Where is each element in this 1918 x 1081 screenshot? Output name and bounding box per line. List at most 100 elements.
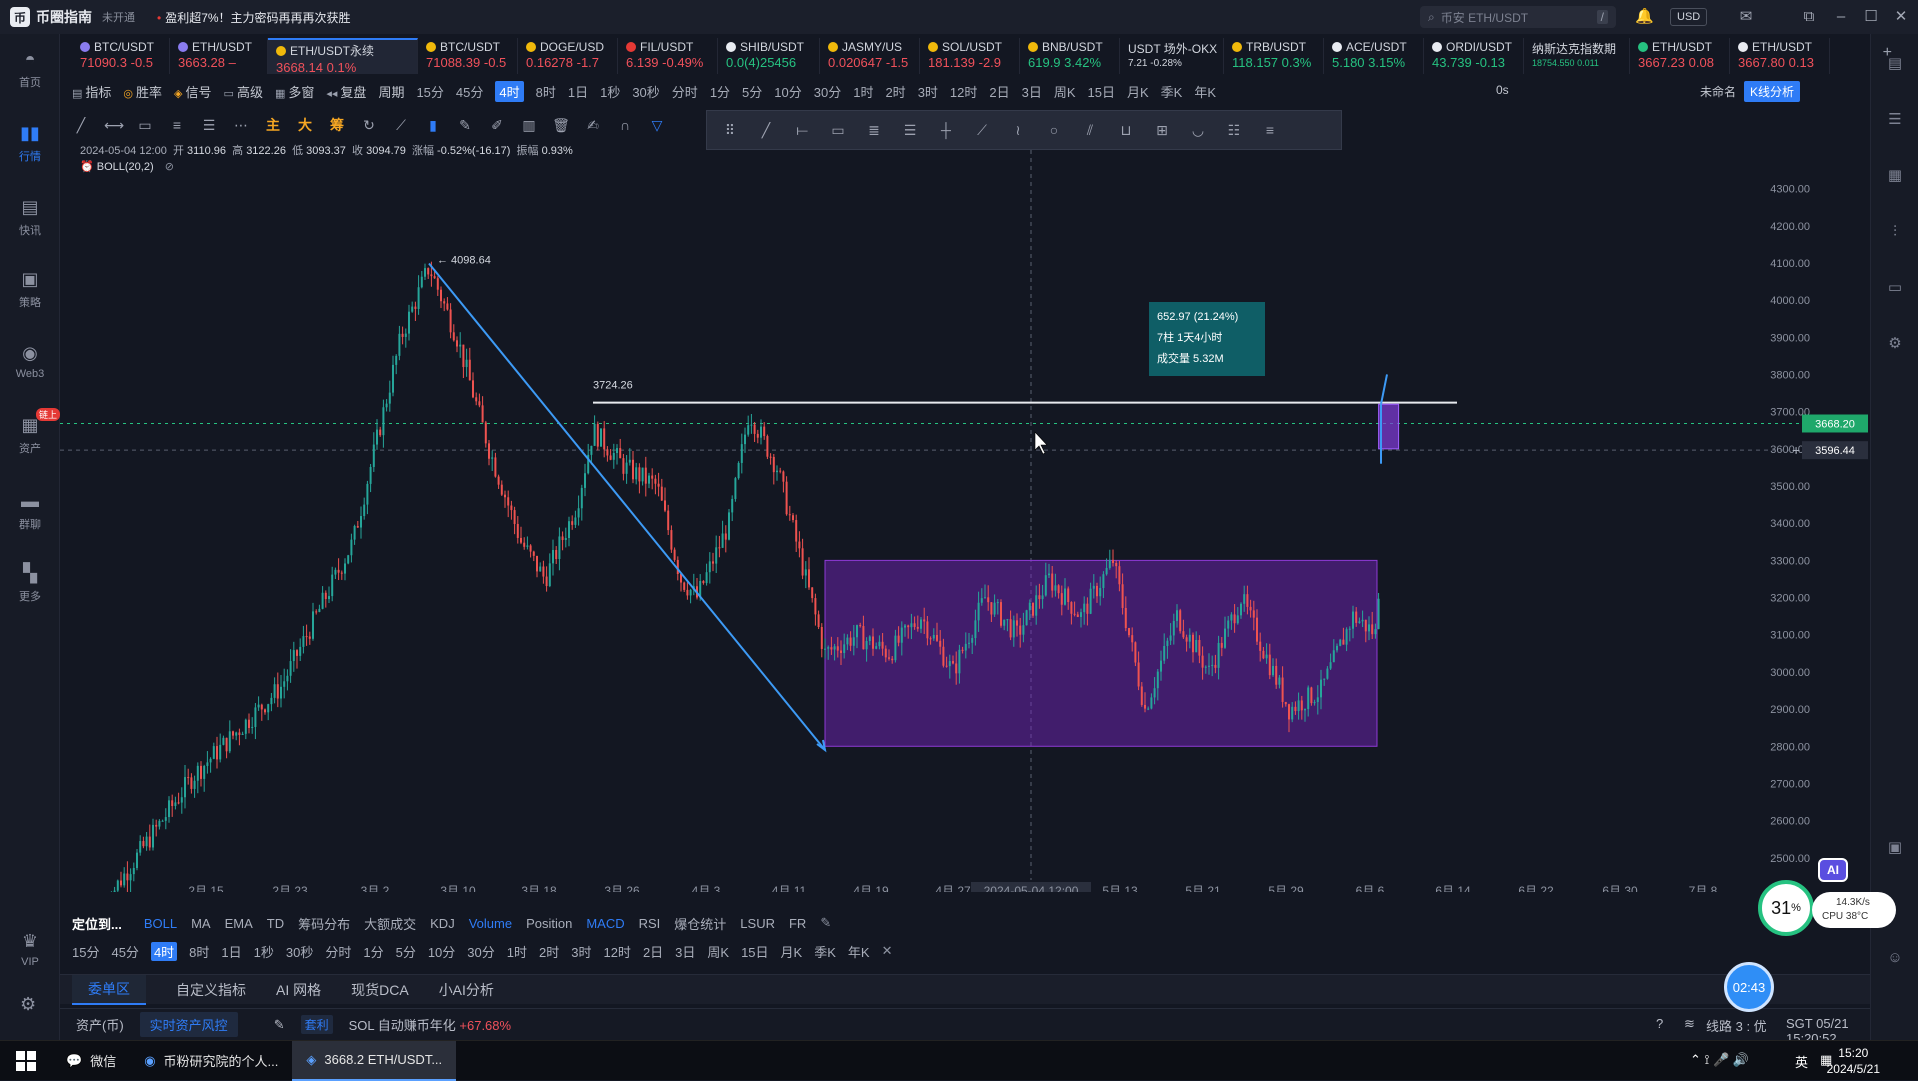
sidebar-item-1[interactable]: ▮▮ 行情	[0, 122, 60, 164]
cross-tool-icon[interactable]: ┼	[937, 121, 955, 139]
indicator-tab[interactable]: Volume	[469, 916, 512, 931]
bottom-timeframe-8[interactable]: 1分	[363, 942, 383, 961]
mail-icon[interactable]: ✉	[1737, 8, 1755, 26]
bottom-timeframe-22[interactable]: 年K	[848, 942, 870, 961]
indicator-tab[interactable]: 爆仓统计	[674, 914, 726, 933]
stats-icon[interactable]: ⫶	[1885, 222, 1905, 242]
calendar-icon[interactable]: ▦	[1885, 166, 1905, 186]
notes-icon[interactable]: ☰	[1885, 110, 1905, 130]
bottom-timeframe-13[interactable]: 2时	[539, 942, 559, 961]
indicator-tab[interactable]: EMA	[225, 916, 253, 931]
tray-icons[interactable]: ⌃ ⟟ 🎤 🔊	[1690, 1052, 1749, 1068]
bottom-timeframe-9[interactable]: 5分	[396, 942, 416, 961]
sidebar-settings-icon[interactable]: ⚙	[20, 994, 36, 1015]
monitor-icon[interactable]: ▭	[1885, 278, 1905, 298]
edit-icon[interactable]: ✎	[274, 1017, 285, 1033]
ticker-tab[interactable]: DOGE/USD 0.16278 -1.7	[518, 38, 618, 74]
bottom-timeframe-15[interactable]: 12时	[603, 942, 630, 961]
ai-button[interactable]: AI	[1818, 858, 1848, 882]
timeframe-18[interactable]: 周K	[1054, 82, 1076, 101]
sidebar-item-8[interactable]: ♛ VIP	[0, 930, 60, 968]
ticker-tab[interactable]: TRB/USDT 118.157 0.3%	[1224, 38, 1324, 74]
timeframe-13[interactable]: 2时	[885, 82, 905, 101]
big-order-icon[interactable]: 大	[296, 116, 314, 134]
ticker-tab[interactable]: SOL/USDT 181.139 -2.9	[920, 38, 1020, 74]
layout-name[interactable]: 未命名	[1700, 83, 1736, 100]
ticker-tab[interactable]: ETH/USDT永续 3668.14 0.1%	[268, 38, 418, 74]
performance-gauge[interactable]: 31%	[1758, 880, 1814, 936]
add-alert-icon[interactable]: +	[1792, 442, 1800, 458]
timeframe-6[interactable]: 30秒	[632, 82, 659, 101]
main-force-icon[interactable]: 主	[264, 116, 282, 134]
risk-button[interactable]: 实时资产风控	[139, 1012, 238, 1037]
toolbar-item[interactable]: ▭ 高级	[224, 82, 263, 101]
indicator-tab[interactable]: RSI	[639, 916, 661, 931]
channel-icon[interactable]: ≡	[168, 116, 186, 134]
indicator-tab[interactable]: MA	[191, 916, 211, 931]
timeframe-11[interactable]: 30分	[814, 82, 841, 101]
close-timeframes-icon[interactable]: ✕	[882, 943, 893, 959]
indicator-tab[interactable]: LSUR	[740, 916, 775, 931]
timeframe-14[interactable]: 3时	[918, 82, 938, 101]
price-chart[interactable]: 2500.00 2600.00 2700.00 2800.00 2900.00 3000.…	[60, 150, 1870, 892]
bottom-timeframe-19[interactable]: 15日	[741, 942, 768, 961]
indicator-tab[interactable]: 定位到...	[72, 914, 122, 933]
timeframe-2[interactable]: 4时	[495, 80, 524, 102]
toolbar-item[interactable]: ▤ 指标	[72, 82, 111, 101]
panel-tab-3[interactable]: 现货DCA	[351, 980, 409, 1000]
taskbar-app-2[interactable]: ◈ 3668.2 ETH/USDT...	[292, 1040, 457, 1081]
help-icon[interactable]: ?	[1656, 1016, 1663, 1031]
panel-tab-2[interactable]: AI 网格	[276, 980, 321, 1000]
indicator-tab[interactable]: 大额成交	[364, 914, 416, 933]
candles-icon[interactable]: ▥	[520, 116, 538, 134]
currency-select[interactable]: USD	[1670, 8, 1708, 26]
rect-icon[interactable]: ▭	[136, 116, 154, 134]
more-tools-icon[interactable]: ⋯	[232, 116, 250, 134]
timeframe-3[interactable]: 8时	[536, 82, 556, 101]
indicator-edit-icon[interactable]: ✎	[820, 915, 831, 931]
bottom-timeframe-5[interactable]: 1秒	[254, 942, 274, 961]
pitch-tool-icon[interactable]: ⊔	[1117, 121, 1135, 139]
bottom-timeframe-7[interactable]: 分时	[325, 942, 351, 961]
maximize-icon[interactable]: ☐	[1862, 8, 1880, 26]
fib-icon[interactable]: ☰	[200, 116, 218, 134]
filter-icon[interactable]: ▽	[648, 116, 666, 134]
toolbar-item[interactable]: ◈ 信号	[174, 82, 211, 101]
timeframe-4[interactable]: 1日	[568, 82, 588, 101]
robot-icon[interactable]: ☺	[1885, 948, 1905, 968]
timeframe-22[interactable]: 年K	[1194, 82, 1216, 101]
edit-icon[interactable]: ✍	[584, 116, 602, 134]
ticker-tab[interactable]: ETH/USDT 3663.28 –	[170, 38, 268, 74]
timer-button[interactable]: 02:43	[1724, 962, 1774, 1012]
popout-icon[interactable]: ⧉	[1800, 8, 1818, 26]
ticker-tab[interactable]: BTC/USDT 71090.3 -0.5	[72, 38, 170, 74]
ticker-tab[interactable]: 纳斯达克指数期 18754.550 0.011	[1524, 38, 1630, 74]
taskbar-app-0[interactable]: 💬 微信	[52, 1041, 130, 1081]
ticker-tab[interactable]: JASMY/US 0.020647 -1.5	[820, 38, 920, 74]
timeframe-7[interactable]: 分时	[672, 82, 698, 101]
bottom-timeframe-10[interactable]: 10分	[428, 942, 455, 961]
bell-icon[interactable]: 🔔	[1635, 8, 1654, 26]
box-tool-icon[interactable]: ▭	[829, 121, 847, 139]
ticker-tab[interactable]: FIL/USDT 6.139 -0.49%	[618, 38, 718, 74]
ticker-tab[interactable]: ORDI/USDT 43.739 -0.13	[1424, 38, 1524, 74]
sidebar-item-4[interactable]: ◉ Web3	[0, 342, 60, 380]
panel-tab-4[interactable]: 小AI分析	[439, 980, 494, 1000]
bottom-timeframe-17[interactable]: 3日	[675, 942, 695, 961]
measure-icon[interactable]: ⟋	[392, 116, 410, 134]
drag-handle-icon[interactable]: ⠿	[721, 121, 739, 139]
bookmark-icon[interactable]: ▮	[424, 116, 442, 134]
range-tool-icon[interactable]: ⟝	[793, 121, 811, 139]
toolbar-item[interactable]: ◂◂ 复盘	[326, 82, 366, 101]
fan-tool-icon[interactable]: ⫽	[1081, 121, 1099, 139]
line-status[interactable]: 线路 3 : 优	[1706, 1016, 1767, 1035]
minimize-icon[interactable]: –	[1832, 8, 1850, 26]
levels-tool-icon[interactable]: ☷	[1225, 121, 1243, 139]
wave-tool-icon[interactable]: ≀	[1009, 121, 1027, 139]
ticker-tab[interactable]: ETH/USDT 3667.23 0.08	[1630, 38, 1730, 74]
panel-tab-0[interactable]: 委单区	[72, 974, 146, 1005]
trend-line[interactable]	[428, 262, 826, 751]
line-tool-icon[interactable]: ╱	[757, 121, 775, 139]
bottom-timeframe-20[interactable]: 月K	[781, 942, 803, 961]
indicator-tab[interactable]: FR	[789, 916, 806, 931]
